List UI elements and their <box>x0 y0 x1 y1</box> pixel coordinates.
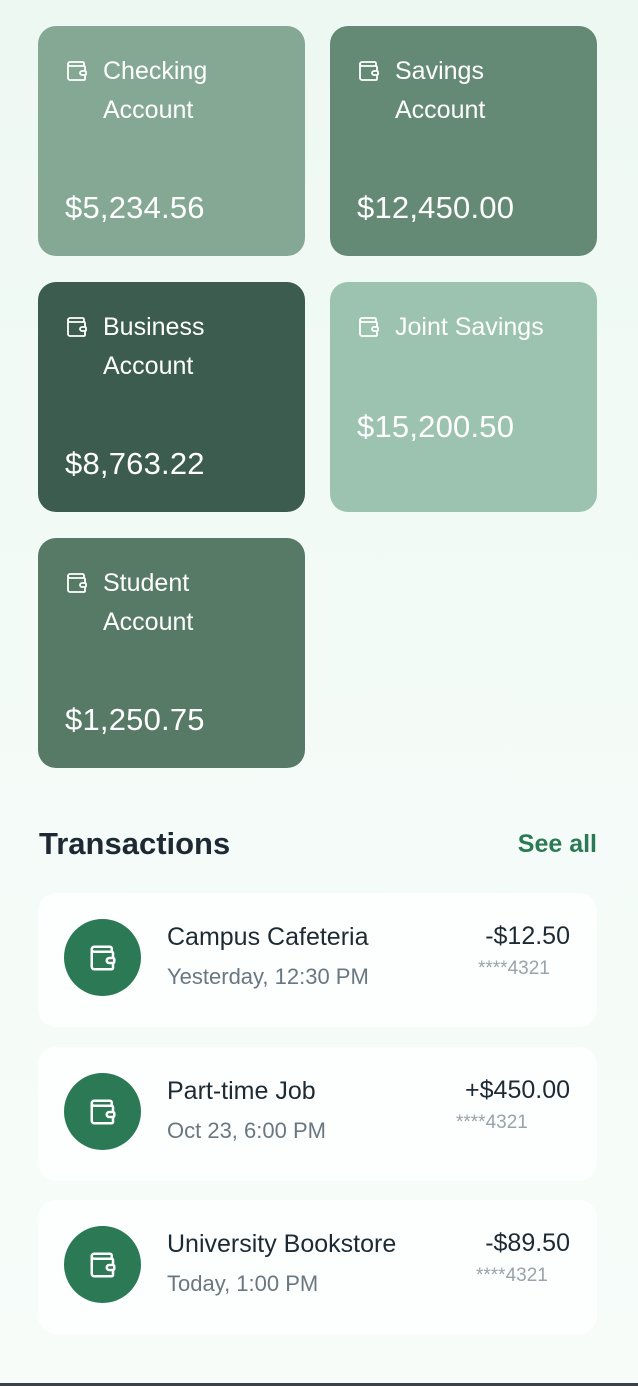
account-card-checking[interactable]: Checking Account $5,234.56 <box>38 26 305 256</box>
transaction-date: Oct 23, 6:00 PM <box>167 1118 326 1143</box>
transaction-merchant: University Bookstore <box>167 1230 397 1258</box>
wallet-icon <box>67 573 87 593</box>
account-name: Joint Savings <box>395 313 544 341</box>
account-name: Business Account <box>103 313 205 380</box>
transaction-item[interactable]: Campus Cafeteria Yesterday, 12:30 PM -$1… <box>38 893 597 1027</box>
account-name: Checking Account <box>103 57 208 124</box>
account-card-student[interactable]: Student Account $1,250.75 <box>38 538 305 768</box>
accounts-screen: Checking Account $5,234.56 Savings Accou… <box>0 0 638 1386</box>
account-balance: $12,450.00 <box>357 190 515 225</box>
account-card-savings[interactable]: Savings Account $12,450.00 <box>330 26 597 256</box>
transactions-title: Transactions <box>39 826 231 861</box>
transaction-amount: -$89.50 <box>485 1229 570 1257</box>
account-balance: $5,234.56 <box>65 190 205 225</box>
account-name: Savings Account <box>395 57 486 124</box>
transaction-account-number: ****4321 <box>476 1265 548 1286</box>
account-balance: $1,250.75 <box>65 702 205 737</box>
wallet-icon <box>90 945 115 970</box>
transaction-date: Yesterday, 12:30 PM <box>167 964 369 989</box>
transactions-header: Transactions See all <box>39 824 597 864</box>
transaction-amount: -$12.50 <box>485 922 570 950</box>
transaction-account-number: ****4321 <box>456 1112 528 1133</box>
transaction-merchant: Campus Cafeteria <box>167 923 369 951</box>
wallet-icon <box>359 61 379 81</box>
transaction-amount: +$450.00 <box>465 1076 570 1104</box>
transaction-item[interactable]: University Bookstore Today, 1:00 PM -$89… <box>38 1200 597 1334</box>
account-name: Student Account <box>103 569 194 636</box>
account-balance: $8,763.22 <box>65 446 205 481</box>
transaction-date: Today, 1:00 PM <box>167 1271 319 1296</box>
account-balance: $15,200.50 <box>357 409 515 444</box>
transaction-item[interactable]: Part-time Job Oct 23, 6:00 PM +$450.00 *… <box>38 1047 597 1181</box>
see-all-link[interactable]: See all <box>518 826 597 862</box>
account-card-business[interactable]: Business Account $8,763.22 <box>38 282 305 512</box>
account-card-joint-savings[interactable]: Joint Savings $15,200.50 <box>330 282 597 512</box>
wallet-icon <box>67 317 87 337</box>
wallet-icon <box>90 1252 115 1277</box>
transaction-merchant: Part-time Job <box>167 1077 316 1105</box>
wallet-icon <box>67 61 87 81</box>
wallet-icon <box>359 317 379 337</box>
transaction-icon-circle <box>64 1073 141 1150</box>
transaction-icon-circle <box>64 919 141 996</box>
transaction-icon-circle <box>64 1226 141 1303</box>
wallet-icon <box>90 1099 115 1124</box>
transaction-account-number: ****4321 <box>478 958 550 979</box>
